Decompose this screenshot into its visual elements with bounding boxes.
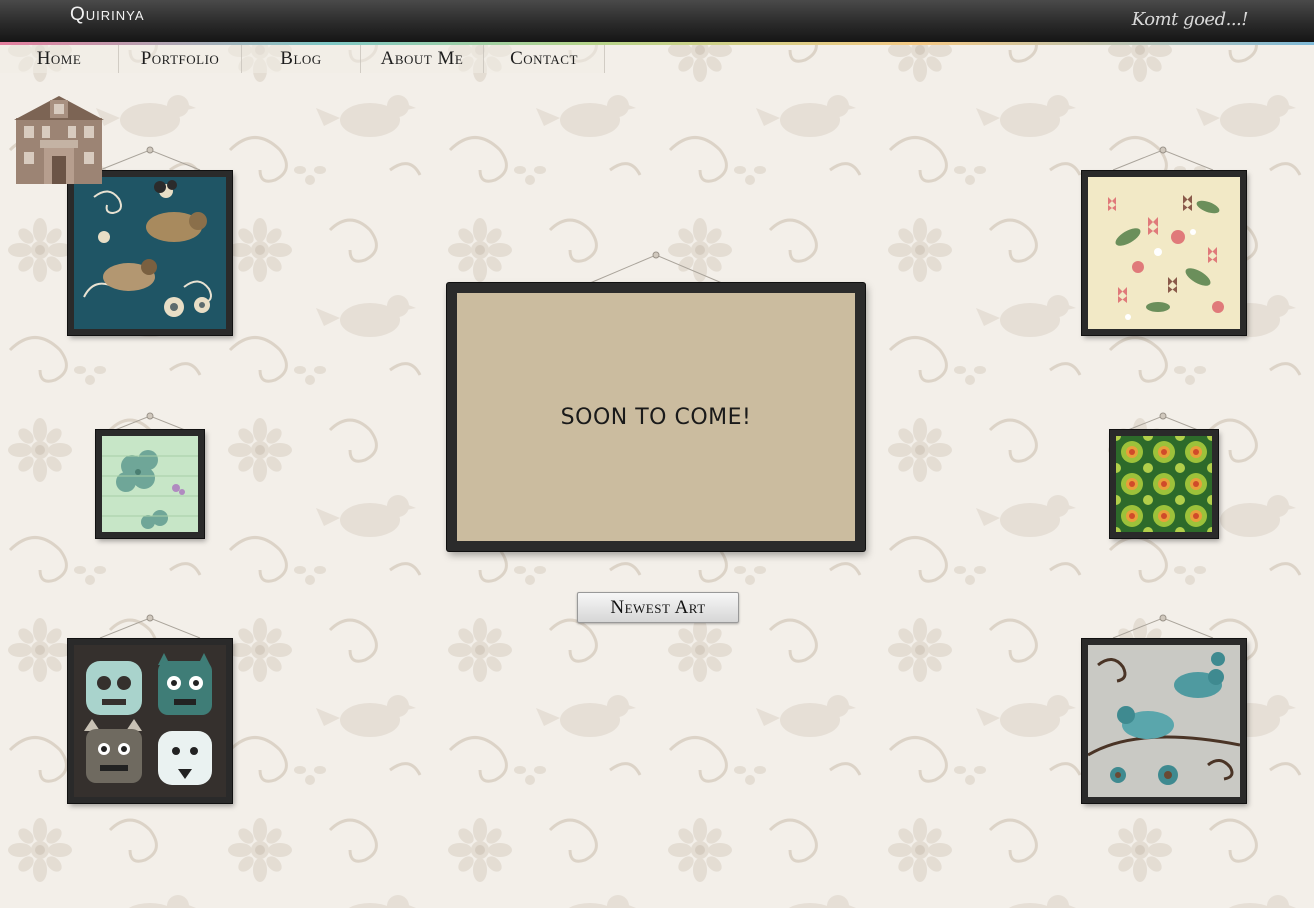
blue-birds-artwork [1088,645,1240,797]
green-retro-artwork [1116,436,1212,532]
nav-portfolio[interactable]: Portfolio [119,45,242,73]
site-logo[interactable]: Quirinya [70,4,145,26]
tagline: Komt goed...! [1131,9,1249,30]
newest-art-button[interactable]: Newest Art [577,592,739,623]
nav-contact[interactable]: Contact [484,45,605,73]
house-icon[interactable] [14,94,104,184]
gallery-frame-monsters[interactable] [68,639,232,803]
teal-birds-artwork [74,177,226,329]
brand-name: Quirinya [70,4,145,25]
top-bar: Quirinya Komt goed...! [0,0,1314,45]
coming-soon-message: SOON TO COME! [560,404,752,430]
gallery-frame-mint-clover[interactable] [96,430,204,538]
gallery-frame-butterflies[interactable] [1082,171,1246,335]
featured-art-canvas: SOON TO COME! [457,293,855,541]
nav-blog[interactable]: Blog [242,45,361,73]
nav-about-me[interactable]: About Me [361,45,484,73]
main-nav: Home Portfolio Blog About Me Contact [0,45,605,73]
featured-art-frame: SOON TO COME! [447,283,865,551]
nav-home[interactable]: Home [0,45,119,73]
monsters-artwork [74,645,226,797]
butterflies-artwork [1088,177,1240,329]
gallery-frame-teal-birds[interactable] [68,171,232,335]
gallery-frame-green-retro[interactable] [1110,430,1218,538]
gallery-frame-blue-birds[interactable] [1082,639,1246,803]
mint-clover-artwork [102,436,198,532]
